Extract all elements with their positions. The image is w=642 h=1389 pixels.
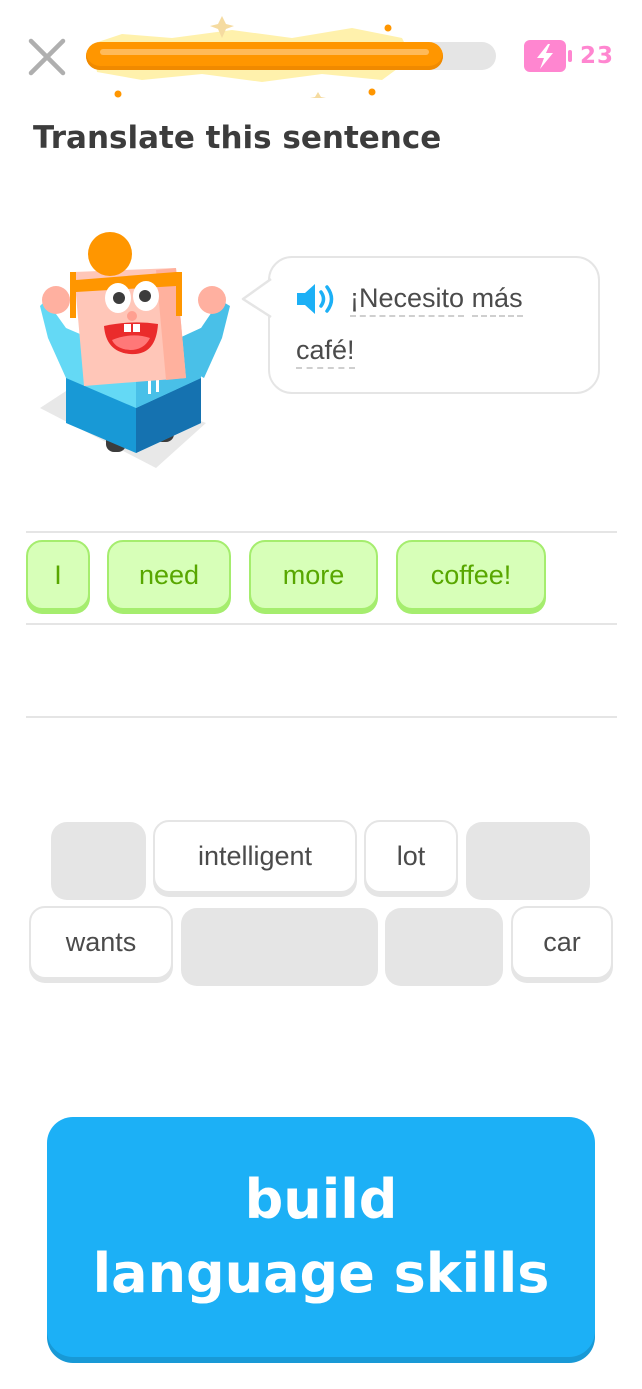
build-language-skills-button[interactable]: build language skills <box>47 1117 595 1357</box>
progress-shine <box>100 49 429 55</box>
word-bank-chip[interactable]: car <box>511 906 613 979</box>
page-title: Translate this sentence <box>33 120 442 156</box>
progress-fill <box>86 42 443 70</box>
speaker-button[interactable] <box>294 280 340 322</box>
energy-counter[interactable]: 23 <box>522 38 614 74</box>
word-bank-slot-empty <box>181 908 378 986</box>
energy-battery-icon <box>524 40 572 72</box>
answer-line <box>26 623 617 625</box>
word-bank-chip[interactable]: lot <box>364 820 458 893</box>
word-bank-slot-empty <box>385 908 503 986</box>
answer-line <box>26 531 617 533</box>
speech-bubble <box>268 256 600 394</box>
answer-word-chip[interactable]: more <box>249 540 378 610</box>
energy-count: 23 <box>580 43 615 69</box>
close-button[interactable] <box>26 36 68 78</box>
cta-line-2: language skills <box>92 1242 550 1305</box>
word-bank-slot-empty <box>466 822 590 900</box>
sentence-word[interactable]: ¡Necesito <box>350 283 465 317</box>
progress-bar <box>86 42 496 70</box>
answer-word-chip[interactable]: need <box>107 540 231 610</box>
answer-word-chip[interactable]: I <box>26 540 90 610</box>
word-bank-slot-empty <box>51 822 146 900</box>
speaker-icon <box>297 284 334 314</box>
cta-line-1: build <box>244 1168 398 1231</box>
speech-bubble-tail <box>241 277 272 319</box>
answer-word-chip[interactable]: coffee! <box>396 540 546 610</box>
close-icon <box>28 38 66 76</box>
sentence-line-1: ¡Necesito más <box>350 283 523 317</box>
sentence-line-2: café! <box>296 335 355 369</box>
word-bank-chip[interactable]: wants <box>29 906 173 979</box>
word-bank-chip[interactable]: intelligent <box>153 820 357 893</box>
character-illustration <box>40 232 230 468</box>
sentence-word[interactable]: café! <box>296 335 355 369</box>
answer-line <box>26 716 617 718</box>
sentence-word[interactable]: más <box>471 283 523 317</box>
